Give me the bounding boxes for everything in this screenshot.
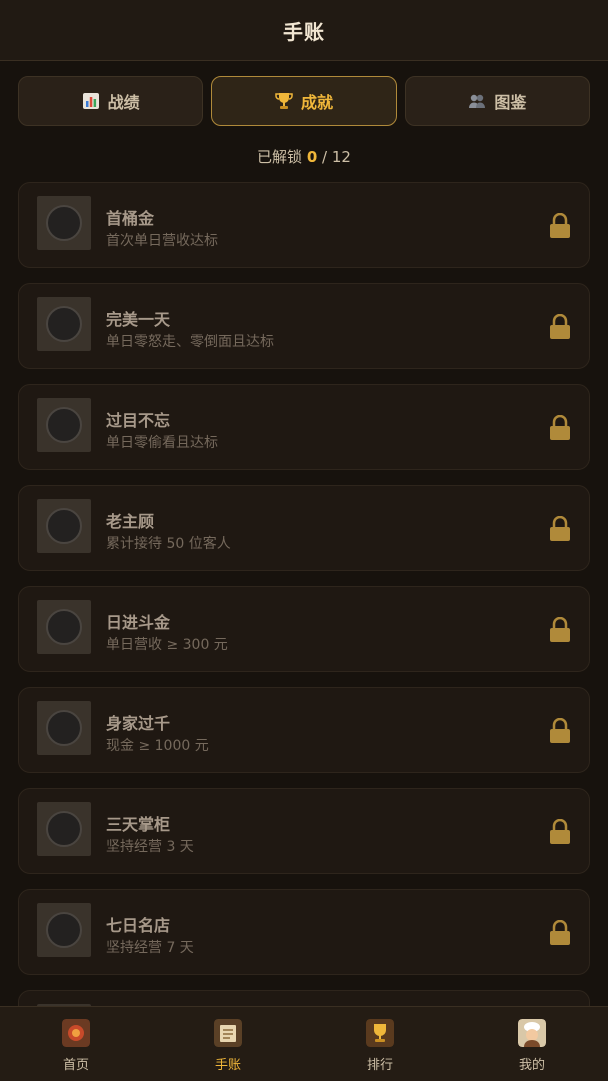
lock-icon [550,617,570,642]
lock-icon [550,516,570,541]
tab-bar: 战绩 成就 图鉴 [18,76,590,128]
achievement-desc: 首次单日营收达标 [106,233,218,249]
nav-ranking[interactable]: 排行 [304,1007,456,1081]
bar-chart-icon [82,93,99,109]
achievement-card[interactable]: 日进斗金 单日营收 ≥ 300 元 [18,586,590,672]
trophy-icon [275,93,293,109]
unlocked-count: 0 [306,148,318,166]
nav-label: 我的 [518,1058,545,1073]
lock-icon [550,819,570,844]
tab-achievements[interactable]: 成就 [211,76,397,126]
nav-label: 排行 [366,1058,393,1073]
achievement-name: 身家过千 [106,714,171,733]
nav-label: 手账 [214,1058,241,1073]
lock-icon [550,718,570,743]
achievement-card[interactable]: 身家过千 现金 ≥ 1000 元 [18,687,590,773]
nav-label: 首页 [62,1058,89,1073]
achievement-desc: 累计接待 50 位客人 [106,536,231,552]
eye-icon [37,398,91,452]
sun-icon [37,297,91,351]
people-icon [469,94,486,108]
piggy-bank-icon [37,701,91,755]
nav-profile[interactable]: 我的 [456,1007,608,1081]
achievement-desc: 坚持经营 7 天 [106,940,194,956]
achievement-card[interactable]: 三天掌柜 坚持经营 3 天 [18,788,590,874]
achievement-name: 完美一天 [106,310,171,329]
achievement-desc: 单日零偷看且达标 [106,435,218,451]
header: 手账 [0,0,608,61]
unlock-progress: 已解锁 0 / 12 [0,146,608,167]
achievement-name: 首桶金 [106,209,155,228]
notebook-icon [214,1019,242,1047]
achievement-desc: 单日营收 ≥ 300 元 [106,637,228,653]
achievement-card[interactable]: 首桶金 首次单日营收达标 [18,182,590,268]
progress-label: 已解锁 [257,148,303,166]
achievement-card[interactable]: 老主顾 累计接待 50 位客人 [18,485,590,571]
tab-stats[interactable]: 战绩 [18,76,204,126]
trophy-icon [366,1019,394,1047]
lock-icon [550,314,570,339]
page-title: 手账 [283,19,325,44]
achievement-name: 老主顾 [106,512,155,531]
achievement-name: 过目不忘 [106,411,171,430]
achievement-card[interactable]: 完美一天 单日零怒走、零倒面且达标 [18,283,590,369]
achievement-card[interactable]: 过目不忘 单日零偷看且达标 [18,384,590,470]
chef-avatar-icon [518,1019,546,1047]
tab-label: 战绩 [107,93,140,112]
calendar-icon [37,802,91,856]
tab-collection[interactable]: 图鉴 [404,76,590,126]
nav-home[interactable]: 首页 [0,1007,152,1081]
achievement-list[interactable]: 首桶金 首次单日营收达标 完美一天 单日零怒走、零倒面且达标 过目不忘 单日零偷… [18,182,590,1008]
achievement-desc: 现金 ≥ 1000 元 [106,738,209,754]
nav-notebook[interactable]: 手账 [152,1007,304,1081]
tab-label: 图鉴 [494,93,527,112]
achievement-card[interactable]: 七日名店 坚持经营 7 天 [18,889,590,975]
lock-icon [550,415,570,440]
money-bag-icon [37,196,91,250]
lock-icon [550,213,570,238]
achievement-name: 日进斗金 [106,613,171,632]
home-icon [62,1019,90,1047]
achievement-desc: 坚持经营 3 天 [106,839,194,855]
total-count: 12 [331,148,351,166]
handshake-icon [37,499,91,553]
treasure-icon [37,600,91,654]
achievement-name: 三天掌柜 [106,815,171,834]
progress-separator: / [322,148,328,166]
scroll-icon [37,903,91,957]
bottom-nav: 首页 手账 排行 我的 [0,1006,608,1081]
achievement-desc: 单日零怒走、零倒面且达标 [106,334,274,350]
achievement-name: 七日名店 [106,916,171,935]
lock-icon [550,920,570,945]
tab-label: 成就 [300,93,333,112]
